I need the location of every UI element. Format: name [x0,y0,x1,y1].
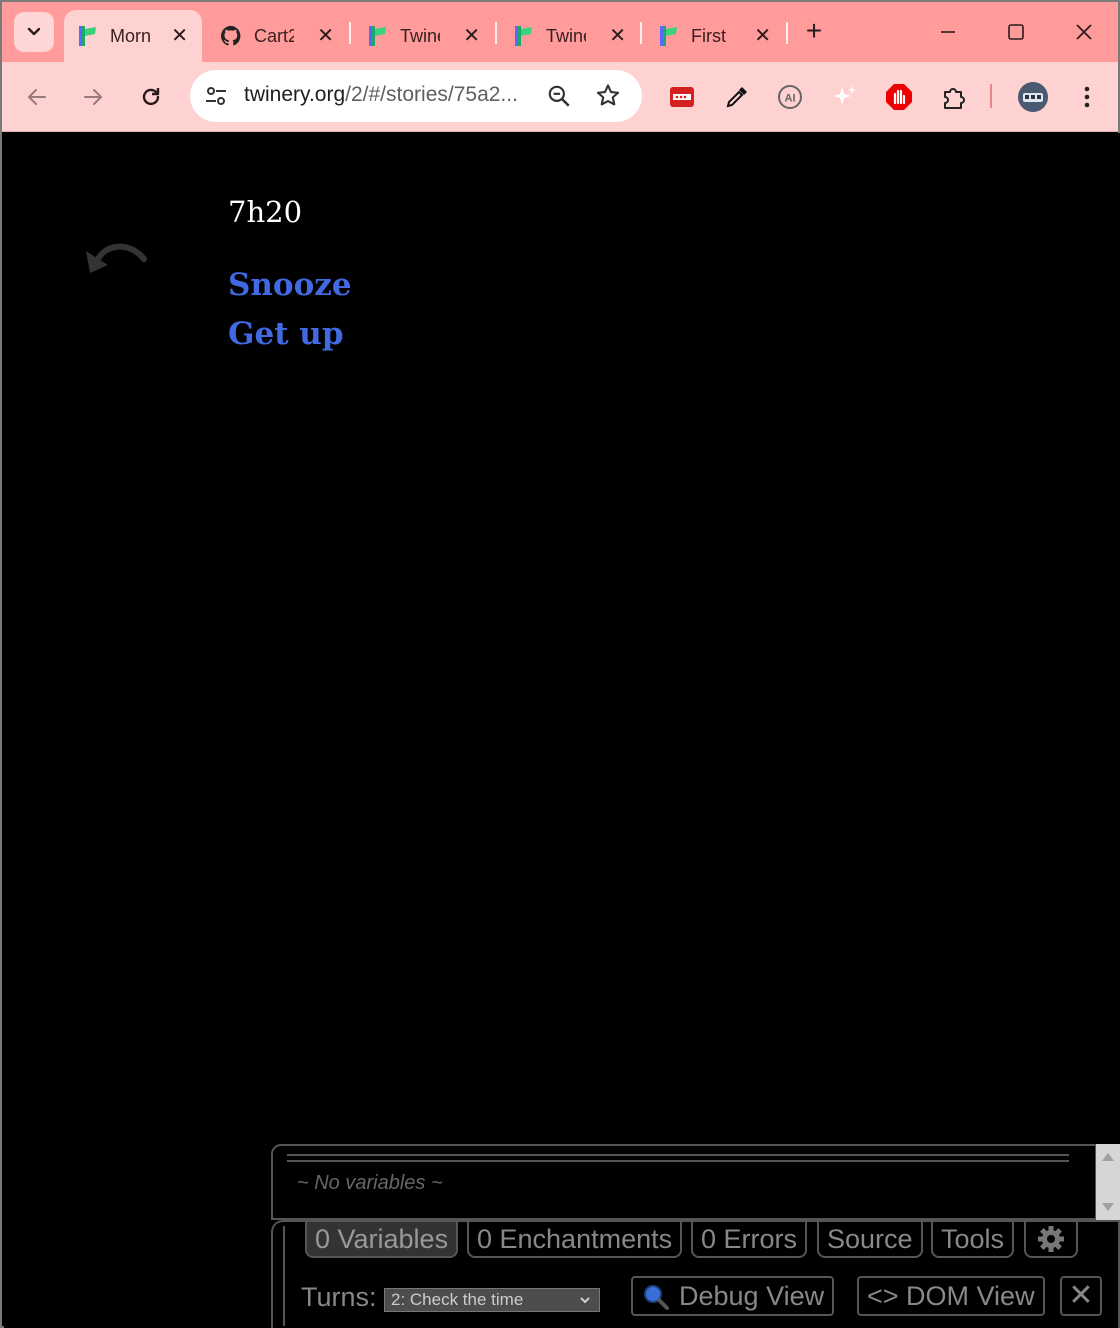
twine-icon [515,26,532,46]
turns-select[interactable]: 2: Check the time [384,1288,600,1312]
turns-selected-value: 2: Check the time [391,1290,524,1309]
twine-icon [660,26,677,46]
reload-icon [142,88,160,106]
reload-button[interactable] [134,80,168,114]
tab-separator [640,22,642,44]
undo-icon[interactable] [82,235,148,279]
tab-close-button[interactable]: ✕ [609,23,626,49]
turns-label: Turns: [301,1282,377,1312]
browser-window: Morning ✕ Cart2 ✕ Twine ✕ Twine ✕ First [0,0,1120,1328]
tab-twine-2[interactable]: Twine ✕ [500,10,640,62]
extensions-button[interactable] [939,82,969,112]
site-settings-icon[interactable] [204,84,228,108]
minimize-button[interactable] [928,16,968,48]
gear-icon [1038,1226,1064,1252]
password-manager-icon [670,87,694,107]
close-icon [1076,24,1092,40]
magnifier-icon [644,1285,669,1310]
story-link-snooze[interactable]: Snooze [228,267,352,303]
avatar-icon [1018,82,1048,112]
bookmark-star-icon[interactable] [594,82,622,110]
debug-view-button[interactable]: Debug View [631,1276,835,1316]
color-picker-extension[interactable] [722,82,752,112]
new-tab-button[interactable]: + [800,16,828,48]
close-debug-button[interactable]: ✕ [1060,1276,1102,1316]
sparkle-extension[interactable] [830,82,860,112]
back-button[interactable] [20,80,54,114]
tab-separator [349,22,351,44]
tab-separator [495,22,497,44]
minimize-icon [941,31,955,33]
arrow-right-icon [84,89,102,105]
tab-strip: Morning ✕ Cart2 ✕ Twine ✕ Twine ✕ First [2,2,1118,62]
pane-divider [287,1154,1069,1162]
tab-cart2[interactable]: Cart2 ✕ [208,10,348,62]
debug-view-label: Debug View [679,1281,825,1311]
debug-settings-button[interactable] [1024,1222,1078,1258]
tab-tools[interactable]: Tools [931,1222,1015,1258]
tab-variables[interactable]: 0 Variables [305,1222,459,1258]
tab-title: First [691,25,726,46]
tab-twine-1[interactable]: Twine ✕ [354,10,494,62]
url-path: /2/#/stories/75a2... [345,83,518,106]
browser-menu-button[interactable] [1072,82,1102,112]
browser-toolbar: twinery.org/2/#/stories/75a2... AI [2,62,1118,132]
password-manager-extension[interactable] [667,82,697,112]
url-host: twinery.org [244,83,346,106]
chevron-down-icon [580,1297,590,1304]
forward-button[interactable] [76,80,110,114]
tab-close-button[interactable]: ✕ [317,23,334,49]
no-variables-text: ~ No variables ~ [297,1172,443,1194]
passage-title: 7h20 [228,195,303,229]
dom-view-label: <> DOM View [867,1281,1035,1311]
ai-extension[interactable]: AI [775,82,805,112]
arrow-left-icon [28,89,46,105]
address-bar[interactable]: twinery.org/2/#/stories/75a2... [190,70,642,122]
tab-errors[interactable]: 0 Errors [691,1222,808,1258]
twine-icon [79,26,96,46]
github-icon [220,25,241,46]
maximize-button[interactable] [996,16,1036,48]
tab-first[interactable]: First ✕ [645,10,785,62]
tab-separator [786,22,788,44]
tab-title: Cart2 [254,25,294,46]
url-text[interactable]: twinery.org/2/#/stories/75a2... [244,83,530,107]
puzzle-icon [944,88,965,109]
stop-hand-icon [886,84,912,110]
tab-close-button[interactable]: ✕ [754,23,771,49]
scroll-up-icon[interactable] [1101,1152,1115,1162]
debug-variables-pane: ~ No variables ~ [271,1144,1097,1220]
tab-source[interactable]: Source [817,1222,923,1258]
tab-enchantments[interactable]: 0 Enchantments [467,1222,683,1258]
tab-morning[interactable]: Morning ✕ [64,10,202,62]
close-window-button[interactable] [1064,16,1104,48]
sparkle-icon [833,86,856,105]
dom-view-button[interactable]: <> DOM View [857,1276,1045,1316]
tab-search-button[interactable] [14,12,54,52]
more-vert-icon [1084,86,1090,108]
svg-text:AI: AI [785,93,796,105]
maximize-icon [1008,24,1024,40]
ai-icon: AI [778,85,802,109]
chevron-down-icon [27,27,41,36]
tab-close-button[interactable]: ✕ [171,23,188,49]
variables-scrollbar[interactable] [1096,1144,1120,1220]
toolbar-separator [990,84,992,108]
zoom-icon[interactable] [546,83,572,109]
scroll-down-icon[interactable] [1101,1202,1115,1212]
tab-close-button[interactable]: ✕ [463,23,480,49]
profile-avatar[interactable] [1016,80,1050,114]
tab-title: Twine [546,25,586,46]
tab-title: Morning [110,25,150,46]
eyedropper-icon [726,87,747,108]
story-link-get-up[interactable]: Get up [228,316,344,352]
tab-title: Twine [400,25,440,46]
adblock-extension[interactable] [884,82,914,112]
panel-edge [283,1226,285,1326]
twine-icon [369,26,386,46]
